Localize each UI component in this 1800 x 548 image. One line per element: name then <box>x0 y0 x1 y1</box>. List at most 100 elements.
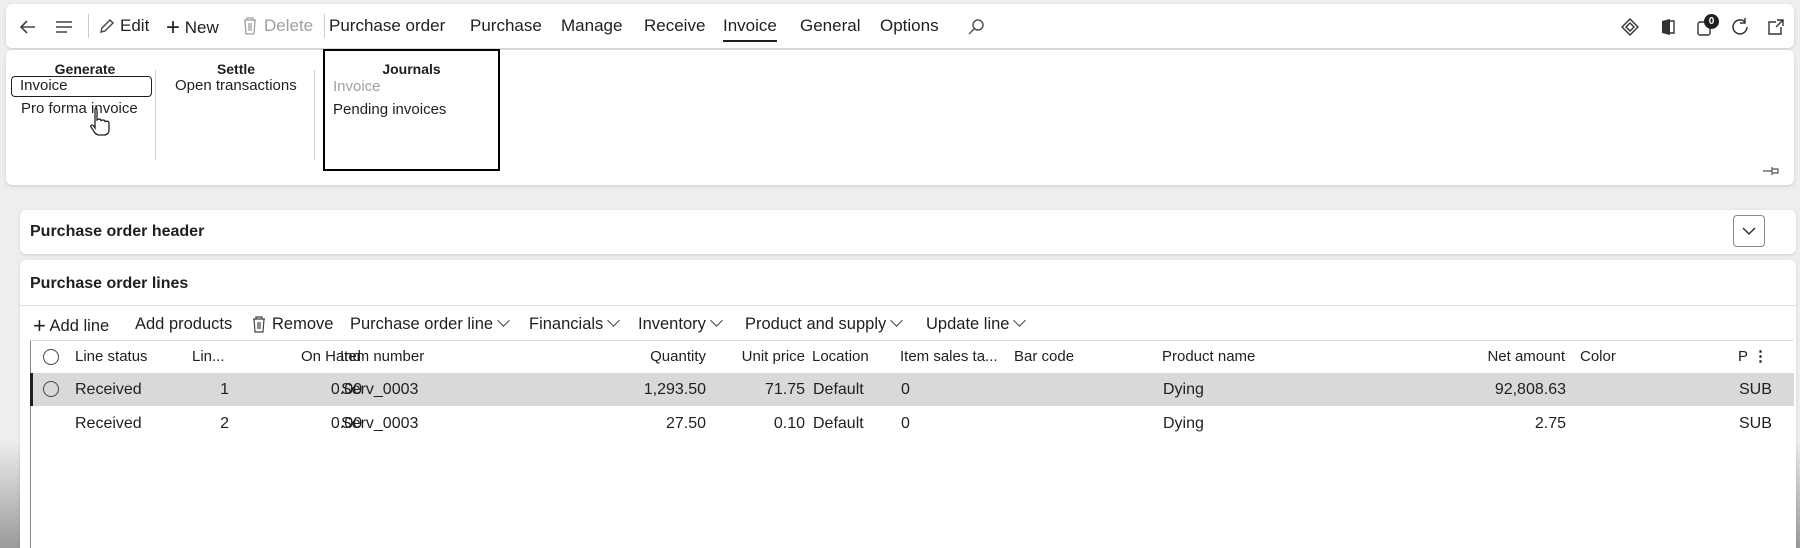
tab-options[interactable]: Options <box>880 4 939 48</box>
expand-button[interactable] <box>1733 215 1765 247</box>
divider <box>88 14 89 38</box>
pro-forma-invoice-button[interactable]: Pro forma invoice <box>21 100 138 117</box>
purchase-order-line-menu[interactable]: Purchase order line <box>350 306 510 342</box>
trash-icon <box>244 17 256 35</box>
open-transactions-button[interactable]: Open transactions <box>175 77 297 94</box>
diamond-icon[interactable] <box>1620 17 1640 37</box>
chevron-down-icon <box>607 314 621 327</box>
table-row[interactable]: Received 2 0.00 Serv_0003 27.50 0.10 Def… <box>31 407 1795 440</box>
chevron-down-icon <box>890 314 904 327</box>
ribbon: Generate Invoice Pro forma invoice Settl… <box>6 49 1794 185</box>
remove-label: Remove <box>272 315 334 333</box>
inventory-menu[interactable]: Inventory <box>638 306 723 342</box>
col-line-number[interactable]: Lin... <box>192 341 225 373</box>
col-quantity[interactable]: Quantity <box>571 341 706 373</box>
select-all-radio[interactable] <box>43 349 59 365</box>
col-p[interactable]: P <box>1738 341 1748 373</box>
tab-invoice[interactable]: Invoice <box>723 4 777 48</box>
cell-net-amount: 2.75 <box>1534 415 1566 432</box>
trash-icon <box>253 316 265 333</box>
cell-line-number: 1 <box>220 381 229 398</box>
chevron-down-icon <box>710 314 723 327</box>
product-and-supply-menu[interactable]: Product and supply <box>745 306 904 342</box>
office-icon[interactable] <box>1658 17 1678 37</box>
cell-location: Default <box>813 415 864 432</box>
menu-label: Inventory <box>638 315 706 333</box>
edit-button[interactable]: Edit <box>98 4 149 48</box>
pin-icon[interactable] <box>1762 165 1780 177</box>
table-row[interactable]: Received 1 0.00 Serv_0003 1,293.50 71.75… <box>30 373 1794 406</box>
new-button[interactable]: + New <box>166 4 219 48</box>
group-title-settle: Settle <box>216 61 256 77</box>
col-item-sales-tax[interactable]: Item sales ta... <box>900 341 1012 373</box>
add-line-button[interactable]: + Add line <box>33 306 109 342</box>
notifications-button[interactable]: 0 <box>1696 14 1720 38</box>
search-icon[interactable] <box>966 17 986 37</box>
new-label: New <box>184 18 219 37</box>
col-color[interactable]: Color <box>1580 341 1616 373</box>
delete-button[interactable]: Delete <box>242 4 313 48</box>
menu-label: Product and supply <box>745 315 887 333</box>
tab-purchase-order[interactable]: Purchase order <box>329 4 445 48</box>
journals-invoice-button[interactable]: Invoice <box>333 78 381 95</box>
cell-item-sales-tax: 0 <box>901 381 910 398</box>
cell-product-name: Dying <box>1163 415 1204 432</box>
column-options-icon[interactable]: ⋮ <box>1753 341 1768 373</box>
cell-product-name: Dying <box>1163 381 1204 398</box>
row-select-radio[interactable] <box>43 381 59 397</box>
lines-grid: Line status Lin... On Hand Item number Q… <box>30 340 1794 548</box>
col-bar-code[interactable]: Bar code <box>1014 341 1074 373</box>
generate-invoice-button[interactable]: Invoice <box>11 76 152 97</box>
purchase-order-header-panel[interactable]: Purchase order header <box>20 210 1796 254</box>
hamburger-icon[interactable] <box>54 17 74 37</box>
menu-label: Update line <box>926 315 1010 333</box>
pending-invoices-button[interactable]: Pending invoices <box>333 101 446 118</box>
col-unit-price[interactable]: Unit price <box>711 341 805 373</box>
lines-action-bar: + Add line Add products Remove Purchase … <box>20 306 1796 342</box>
remove-button[interactable]: Remove <box>252 306 333 342</box>
col-item-number[interactable]: Item number <box>340 341 424 373</box>
group-title-generate: Generate <box>54 61 116 77</box>
grid-header: Line status Lin... On Hand Item number Q… <box>31 341 1795 373</box>
tab-manage[interactable]: Manage <box>561 4 622 48</box>
tab-general[interactable]: General <box>800 4 860 48</box>
cell-line-status: Received <box>75 415 142 432</box>
panel-title: Purchase order lines <box>30 275 189 292</box>
cell-line-status: Received <box>75 381 142 398</box>
cell-quantity: 27.50 <box>665 415 706 432</box>
cell-p: SUB <box>1739 415 1772 432</box>
divider <box>324 14 325 38</box>
tab-receive[interactable]: Receive <box>644 4 705 48</box>
refresh-icon[interactable] <box>1730 17 1750 37</box>
menu-label: Financials <box>529 315 604 333</box>
cell-unit-price: 71.75 <box>764 381 805 398</box>
chevron-down-icon <box>1013 314 1027 327</box>
add-line-label: Add line <box>49 317 110 335</box>
plus-icon: + <box>166 14 181 41</box>
divider <box>155 70 156 160</box>
add-products-button[interactable]: Add products <box>135 306 232 342</box>
group-title-journals: Journals <box>382 61 441 77</box>
notification-badge: 0 <box>1704 14 1719 29</box>
col-line-status[interactable]: Line status <box>75 341 148 373</box>
cell-item-number: Serv_0003 <box>341 415 419 432</box>
cell-quantity: 1,293.50 <box>643 381 706 398</box>
cell-item-number: Serv_0003 <box>341 381 419 398</box>
plus-icon: + <box>33 313 46 338</box>
col-location[interactable]: Location <box>812 341 869 373</box>
col-net-amount[interactable]: Net amount <box>1431 341 1565 373</box>
arrow-left-icon[interactable] <box>18 17 38 37</box>
col-product-name[interactable]: Product name <box>1162 341 1255 373</box>
update-line-menu[interactable]: Update line <box>926 306 1027 342</box>
hand-cursor-icon <box>90 107 110 136</box>
journals-group: Journals Invoice Pending invoices <box>323 49 500 171</box>
pencil-icon <box>100 19 114 33</box>
cell-item-sales-tax: 0 <box>901 415 910 432</box>
open-in-new-icon[interactable] <box>1766 17 1786 37</box>
chevron-down-icon <box>1742 227 1756 236</box>
financials-menu[interactable]: Financials <box>529 306 621 342</box>
cell-line-number: 2 <box>220 415 229 432</box>
cell-p: SUB <box>1739 381 1772 398</box>
divider <box>314 70 315 160</box>
tab-purchase[interactable]: Purchase <box>470 4 542 48</box>
